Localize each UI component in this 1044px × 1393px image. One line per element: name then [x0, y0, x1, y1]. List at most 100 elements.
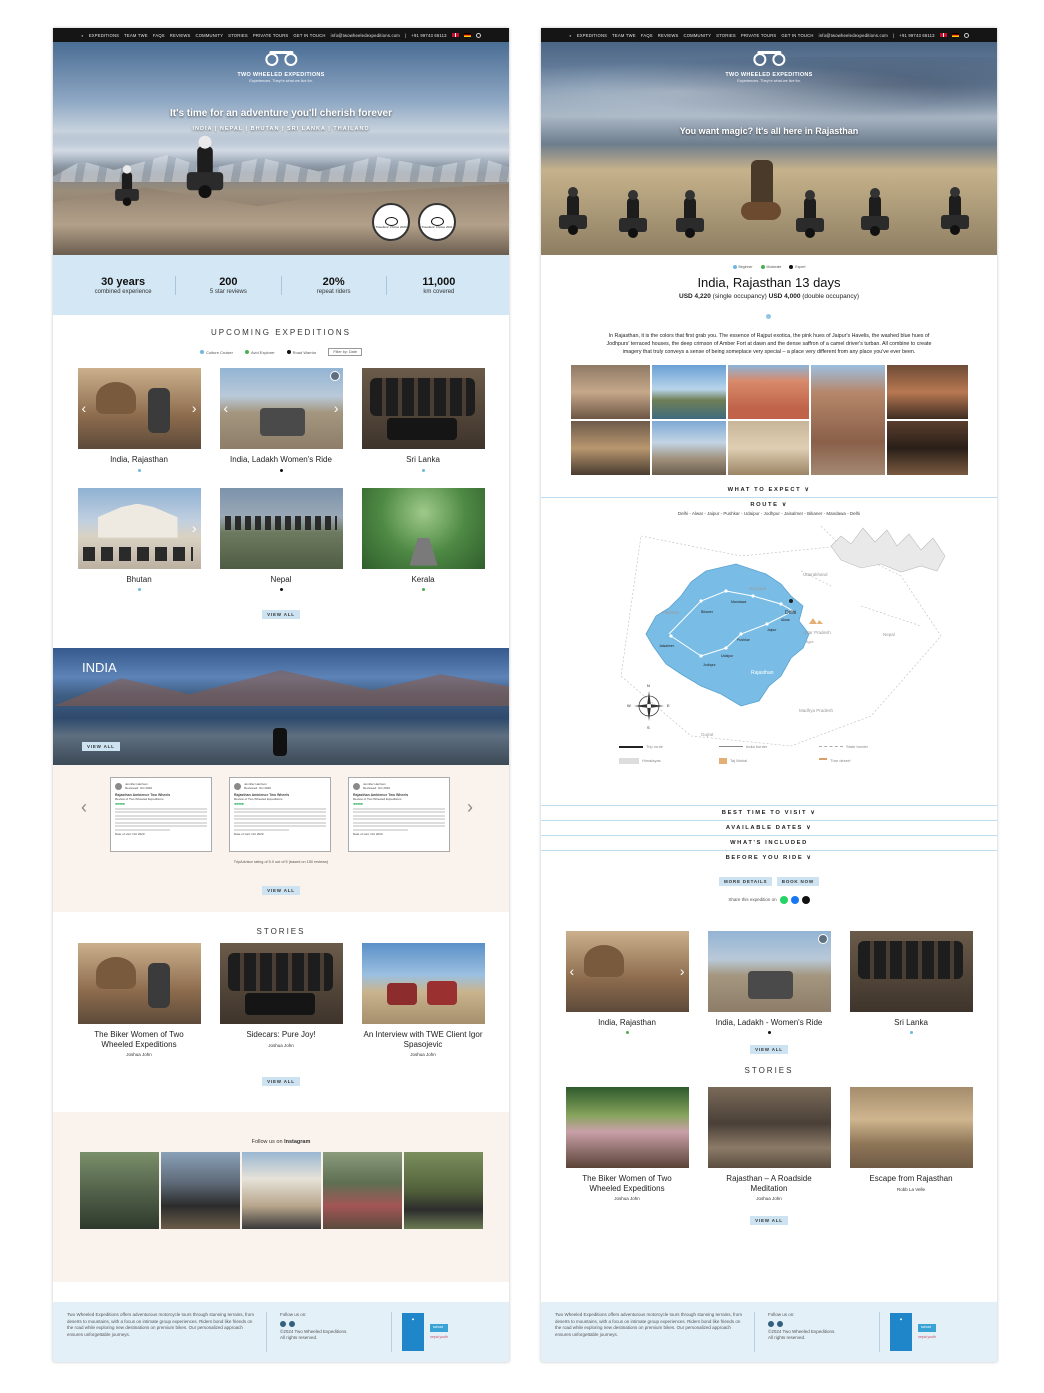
instagram-photo[interactable]	[241, 1152, 321, 1230]
nav-reviews[interactable]: REVIEWS	[170, 33, 191, 38]
nav-private-tours[interactable]: PRIVATE TOURS	[253, 33, 289, 38]
expedition-card[interactable]: India, Ladakh - Women's Ride	[707, 930, 831, 1035]
accordion-whats-included[interactable]: WHAT'S INCLUDED	[541, 836, 997, 851]
story-card[interactable]: The Biker Women of Two Wheeled Expeditio…	[565, 1087, 689, 1201]
carousel-prev-icon[interactable]: ‹	[570, 963, 575, 979]
search-icon[interactable]: ⌕	[569, 33, 572, 38]
reviews-next-icon[interactable]: ›	[467, 797, 473, 818]
instagram-photo[interactable]	[322, 1152, 402, 1230]
nav-phone[interactable]: +91 99743 66113	[411, 33, 446, 38]
gallery-photo[interactable]	[651, 420, 726, 475]
review-card[interactable]: Jennifer Harrison Reviewed: Oct 2020 Raja…	[229, 777, 331, 853]
search-icon[interactable]: ⌕	[81, 33, 84, 38]
map-pin-icon[interactable]	[329, 371, 340, 381]
nav-stories[interactable]: STORIES	[228, 33, 248, 38]
nav-community[interactable]: COMMUNITY	[196, 33, 224, 38]
nav-contact[interactable]: GET IN TOUCH	[293, 33, 325, 38]
more-details-button[interactable]: MORE DETAILS	[719, 876, 773, 886]
expedition-card[interactable]: ‹ › India, Rajasthan	[77, 368, 201, 472]
view-all-stories-button[interactable]: VIEW ALL	[262, 1077, 300, 1087]
view-all-expeditions-button[interactable]: VIEW ALL	[262, 610, 300, 620]
expedition-card[interactable]: Sri Lanka	[361, 368, 485, 472]
nav-faqs[interactable]: FAQs	[153, 33, 165, 38]
facebook-icon[interactable]	[790, 895, 799, 904]
nav-faqs[interactable]: FAQs	[641, 33, 653, 38]
story-card[interactable]: Escape from Rajasthan Robb La Velle	[849, 1087, 973, 1201]
carousel-next-icon[interactable]: ›	[192, 520, 197, 536]
expedition-card[interactable]: ‹ › India, Rajasthan	[565, 930, 689, 1035]
accordion-before-you-ride[interactable]: BEFORE YOU RIDE ∨	[541, 851, 997, 865]
nav-team[interactable]: TEAM TWE	[612, 33, 636, 38]
carousel-next-icon[interactable]: ›	[192, 400, 197, 416]
gallery-photo[interactable]	[810, 364, 885, 475]
gallery-photo[interactable]	[651, 364, 726, 419]
nav-community[interactable]: COMMUNITY	[684, 33, 712, 38]
german-flag-icon[interactable]	[951, 32, 959, 38]
globe-icon[interactable]	[963, 32, 969, 38]
gallery-photo[interactable]	[570, 420, 650, 475]
accordion-route[interactable]: ROUTE ∨	[541, 498, 997, 508]
carousel-prev-icon[interactable]: ‹	[82, 400, 87, 416]
carousel-next-icon[interactable]: ›	[680, 963, 685, 979]
nav-phone[interactable]: +91 99743 66113	[899, 33, 934, 38]
instagram-icon[interactable]	[280, 1320, 286, 1327]
gallery-photo[interactable]	[727, 420, 809, 475]
globe-icon[interactable]	[475, 32, 481, 38]
whatsapp-icon[interactable]	[779, 895, 788, 904]
story-author: Joshua John	[126, 1052, 152, 1058]
country-banner-india[interactable]: INDIA VIEW ALL	[53, 648, 509, 766]
carousel-next-icon[interactable]: ›	[334, 400, 339, 416]
date-filter[interactable]: Filter by: Date	[328, 348, 362, 356]
carousel-prev-icon[interactable]: ‹	[224, 400, 229, 416]
view-all-expeditions-button[interactable]: VIEW ALL	[750, 1045, 788, 1055]
story-card[interactable]: An Interview with TWE Client Igor Spasoj…	[361, 943, 485, 1057]
instagram-photo[interactable]	[79, 1152, 159, 1230]
nav-email[interactable]: info@twowheeledexpeditions.com	[331, 33, 400, 38]
nav-expeditions[interactable]: EXPEDITIONS	[89, 33, 119, 38]
book-now-button[interactable]: BOOK NOW	[776, 876, 819, 886]
german-flag-icon[interactable]	[463, 32, 471, 38]
certification-badge-icon: ◆	[402, 1313, 424, 1351]
view-all-stories-button[interactable]: VIEW ALL	[750, 1216, 788, 1226]
map-pin-icon[interactable]	[817, 933, 828, 944]
expedition-card[interactable]: Kerala	[361, 487, 485, 592]
nav-contact[interactable]: GET IN TOUCH	[781, 33, 813, 38]
accordion-what-to-expect[interactable]: WHAT TO EXPECT ∨	[541, 483, 997, 498]
expedition-card[interactable]: Sri Lanka	[849, 930, 973, 1035]
story-card[interactable]: Sidecars: Pure Joy! Joshua John	[219, 943, 343, 1057]
nav-private-tours[interactable]: PRIVATE TOURS	[741, 33, 777, 38]
uk-flag-icon[interactable]	[451, 32, 459, 38]
review-card[interactable]: Jennifer Harrison Reviewed: Oct 2020 Raja…	[110, 777, 212, 853]
brand-logo[interactable]: TWO WHEELED EXPEDITIONS Experiences. The…	[725, 48, 812, 83]
footer-about: Two Wheeled Expeditions offers adventuro…	[67, 1312, 267, 1352]
accordion-best-time[interactable]: BEST TIME TO VISIT ∨	[541, 806, 997, 821]
facebook-icon[interactable]	[777, 1320, 783, 1327]
nav-expeditions[interactable]: EXPEDITIONS	[577, 33, 607, 38]
nav-email[interactable]: info@twowheeledexpeditions.com	[819, 33, 888, 38]
accordion-available-dates[interactable]: AVAILABLE DATES ∨	[541, 821, 997, 836]
brand-logo[interactable]: TWO WHEELED EXPEDITIONS Experiences. The…	[237, 48, 324, 83]
story-card[interactable]: The Biker Women of Two Wheeled Expeditio…	[77, 943, 201, 1058]
uk-flag-icon[interactable]	[939, 32, 947, 38]
nav-reviews[interactable]: REVIEWS	[658, 33, 679, 38]
instagram-icon[interactable]	[768, 1320, 774, 1327]
instagram-link[interactable]: Instagram	[284, 1139, 310, 1145]
view-all-india-button[interactable]: VIEW ALL	[82, 742, 120, 752]
gallery-photo[interactable]	[886, 364, 968, 419]
instagram-photo[interactable]	[403, 1152, 483, 1230]
nav-stories[interactable]: STORIES	[716, 33, 736, 38]
reviews-prev-icon[interactable]: ‹	[81, 797, 87, 818]
expedition-card[interactable]: Nepal	[219, 487, 343, 592]
gallery-photo[interactable]	[570, 364, 650, 419]
expedition-card[interactable]: › Bhutan	[77, 487, 201, 592]
gallery-photo[interactable]	[886, 420, 968, 475]
story-card[interactable]: Rajasthan – A Roadside Meditation Joshua…	[707, 1087, 831, 1201]
instagram-photo[interactable]	[160, 1152, 240, 1230]
email-icon[interactable]	[801, 895, 810, 904]
facebook-icon[interactable]	[289, 1320, 295, 1327]
review-card[interactable]: Jennifer Harrison Reviewed: Oct 2020 Raja…	[348, 777, 450, 853]
view-all-reviews-button[interactable]: VIEW ALL	[262, 886, 300, 896]
expedition-card[interactable]: ‹ › India, Ladakh Women's Ride	[219, 368, 343, 472]
nav-team[interactable]: TEAM TWE	[124, 33, 148, 38]
gallery-photo[interactable]	[727, 364, 809, 419]
